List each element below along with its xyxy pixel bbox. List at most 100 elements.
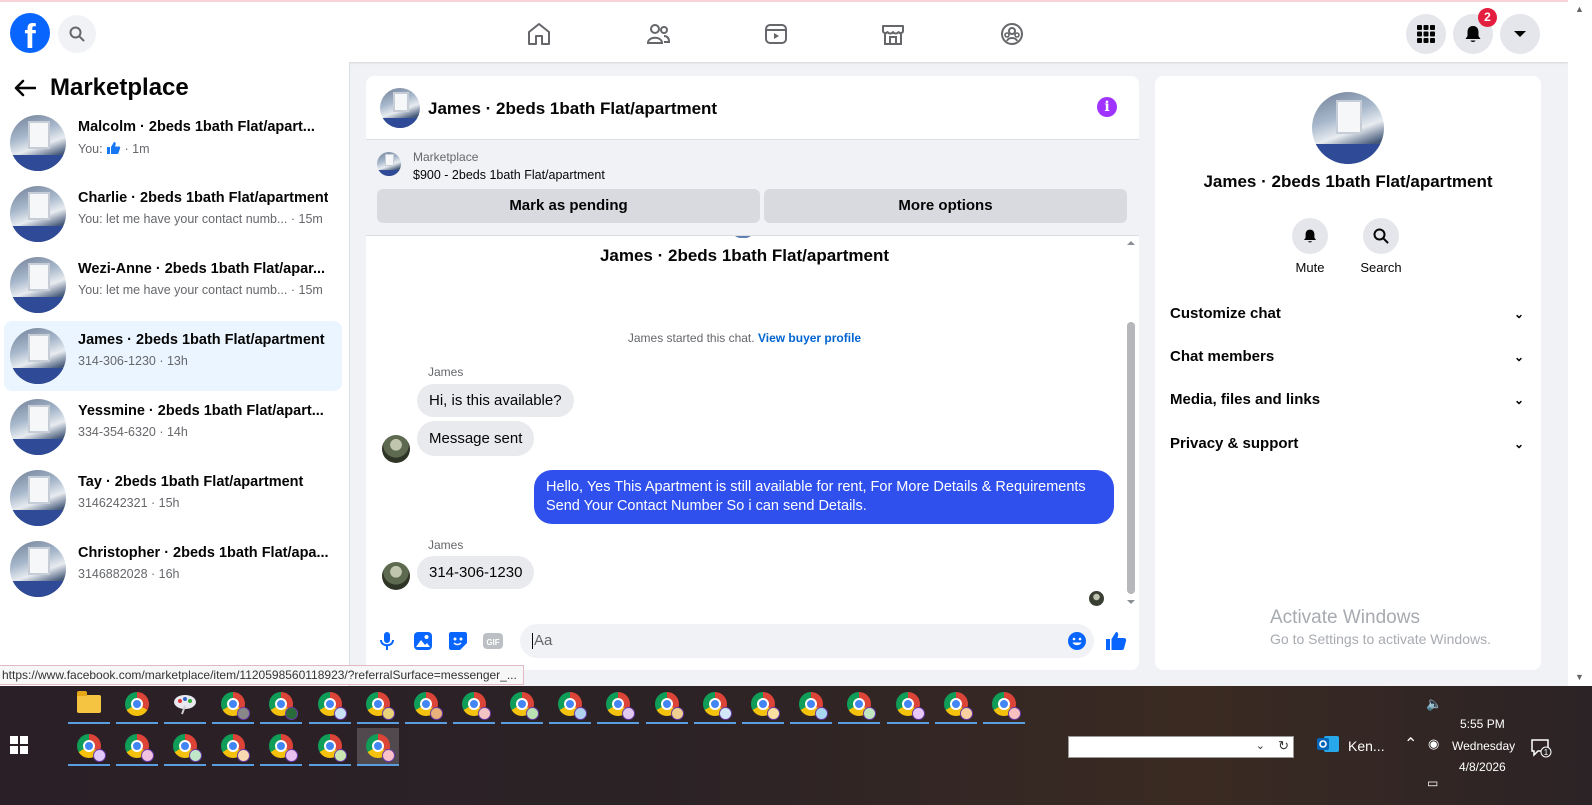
network-icon[interactable]: ▭ xyxy=(1427,776,1438,790)
app-taskbar-label[interactable]: Ken... xyxy=(1348,738,1385,754)
chrome-profile-taskbar-button[interactable] xyxy=(260,686,302,724)
chrome-profile-taskbar-button[interactable] xyxy=(453,686,495,724)
chrome-profile-taskbar-button[interactable] xyxy=(68,728,110,766)
account-menu-button[interactable] xyxy=(1500,14,1540,54)
view-buyer-profile-link[interactable]: View buyer profile xyxy=(758,331,861,345)
webcam-icon[interactable]: ◉ xyxy=(1428,736,1439,752)
incoming-message[interactable]: Message sent xyxy=(417,421,535,456)
outgoing-message[interactable]: Hello, Yes This Apartment is still avail… xyxy=(534,470,1114,524)
windows-start-icon[interactable] xyxy=(10,736,28,754)
chrome-profile-taskbar-button[interactable] xyxy=(838,686,880,724)
listing-price-title[interactable]: $900 - 2beds 1bath Flat/apartment xyxy=(413,168,605,182)
chrome-profile-taskbar-button[interactable] xyxy=(116,728,158,766)
chrome-profile-taskbar-button[interactable] xyxy=(597,686,639,724)
emoji-icon[interactable] xyxy=(1066,630,1088,652)
chrome-profile-taskbar-button[interactable] xyxy=(983,686,1025,724)
file-explorer-taskbar-button[interactable] xyxy=(68,686,110,724)
paint-icon xyxy=(174,695,196,715)
chrome-profile-taskbar-button[interactable] xyxy=(260,728,302,766)
chrome-profile-taskbar-button[interactable] xyxy=(935,686,977,724)
bell-icon xyxy=(1304,229,1316,243)
chrome-profile-taskbar-button[interactable] xyxy=(887,686,929,724)
customize-chat-section[interactable]: Customize chat ⌄ xyxy=(1170,295,1526,333)
scroll-up-arrow-icon[interactable]: ▲ xyxy=(1575,4,1584,14)
chrome-profile-taskbar-button[interactable] xyxy=(790,686,832,724)
chrome-profile-taskbar-button[interactable] xyxy=(742,686,784,724)
privacy-support-section[interactable]: Privacy & support ⌄ xyxy=(1170,425,1526,463)
listing-thumbnail[interactable] xyxy=(377,152,401,176)
home-nav-icon[interactable] xyxy=(525,20,553,48)
scroll-down-arrow-icon[interactable] xyxy=(1123,597,1139,607)
search-button[interactable] xyxy=(58,15,96,53)
facebook-logo-icon[interactable]: f xyxy=(10,13,50,53)
chrome-profile-taskbar-button[interactable] xyxy=(501,686,543,724)
conversation-item[interactable]: Malcolm · 2beds 1bath Flat/apart... You:… xyxy=(4,108,342,178)
chrome-icon xyxy=(462,692,491,720)
incoming-message[interactable]: Hi, is this available? xyxy=(417,384,574,417)
notification-center-icon[interactable]: 1 xyxy=(1530,738,1552,758)
menu-grid-button[interactable] xyxy=(1406,14,1446,54)
photo-icon[interactable] xyxy=(412,630,434,652)
conversation-item[interactable]: Christopher · 2beds 1bath Flat/apa... 31… xyxy=(4,534,342,604)
profile-name[interactable]: James · 2beds 1bath Flat/apartment xyxy=(1155,172,1541,192)
microphone-icon[interactable] xyxy=(376,630,398,652)
marketplace-listing-bar: Marketplace $900 - 2beds 1bath Flat/apar… xyxy=(366,140,1139,236)
refresh-icon[interactable]: ↻ xyxy=(1278,738,1289,754)
chat-avatar[interactable] xyxy=(380,88,420,128)
show-hidden-icons-icon[interactable]: ⌃ xyxy=(1404,734,1417,754)
mute-button[interactable]: Mute xyxy=(1280,218,1340,275)
chrome-profile-taskbar-button[interactable] xyxy=(549,686,591,724)
chrome-profile-taskbar-button[interactable] xyxy=(212,728,254,766)
thread-scrollbar[interactable] xyxy=(1123,236,1139,610)
more-options-button[interactable]: More options xyxy=(764,189,1127,223)
video-nav-icon[interactable] xyxy=(762,20,790,48)
profile-avatar[interactable] xyxy=(1312,92,1384,164)
app-taskbar-button[interactable] xyxy=(164,686,206,724)
message-input[interactable]: Aa xyxy=(520,624,1094,658)
page-scrollbar[interactable]: ▲ ▼ xyxy=(1568,0,1592,686)
outlook-icon[interactable] xyxy=(1316,734,1340,754)
mark-as-pending-button[interactable]: Mark as pending xyxy=(377,189,760,223)
conversation-item[interactable]: Tay · 2beds 1bath Flat/apartment 3146242… xyxy=(4,463,342,533)
search-in-chat-button[interactable]: Search xyxy=(1351,218,1411,275)
sender-avatar[interactable] xyxy=(382,435,410,463)
chrome-profile-taskbar-button-active[interactable] xyxy=(357,728,399,766)
conversation-item[interactable]: Charlie · 2beds 1bath Flat/apartment You… xyxy=(4,179,342,249)
clock-date[interactable]: 4/8/2026 xyxy=(1459,760,1506,774)
clock-time[interactable]: 5:55 PM xyxy=(1460,717,1505,731)
chrome-profile-taskbar-button[interactable] xyxy=(357,686,399,724)
conversation-item[interactable]: Yessmine · 2beds 1bath Flat/apart... 334… xyxy=(4,392,342,462)
marketplace-nav-icon[interactable] xyxy=(879,20,907,48)
chrome-profile-taskbar-button[interactable] xyxy=(694,686,736,724)
scroll-down-arrow-icon[interactable]: ▼ xyxy=(1575,672,1584,682)
conversation-sidebar: Marketplace Malcolm · 2beds 1bath Flat/a… xyxy=(0,62,350,686)
groups-nav-icon[interactable] xyxy=(998,20,1026,48)
incoming-message[interactable]: 314-306-1230 xyxy=(417,556,535,589)
scroll-thumb[interactable] xyxy=(1127,322,1135,594)
chrome-taskbar-button[interactable] xyxy=(116,686,158,724)
friends-nav-icon[interactable] xyxy=(644,20,672,48)
conversation-item[interactable]: Wezi-Anne · 2beds 1bath Flat/apar... You… xyxy=(4,250,342,320)
chrome-profile-taskbar-button[interactable] xyxy=(212,686,254,724)
chrome-profile-taskbar-button[interactable] xyxy=(309,728,351,766)
back-arrow-icon[interactable] xyxy=(14,79,36,97)
notifications-button[interactable]: 2 xyxy=(1453,8,1497,54)
info-icon[interactable]: i xyxy=(1097,97,1117,117)
address-toolbar-input[interactable]: ⌄ ↻ xyxy=(1068,736,1294,758)
sticker-icon[interactable] xyxy=(447,630,469,652)
dropdown-arrow-icon[interactable]: ⌄ xyxy=(1256,739,1265,752)
like-send-icon[interactable] xyxy=(1105,630,1127,652)
volume-icon[interactable]: 🔈 xyxy=(1426,696,1442,712)
sender-avatar[interactable] xyxy=(382,562,410,590)
conversation-item-active[interactable]: James · 2beds 1bath Flat/apartment 314-3… xyxy=(4,321,342,391)
chrome-profile-taskbar-button[interactable] xyxy=(405,686,447,724)
media-files-links-section[interactable]: Media, files and links ⌄ xyxy=(1170,381,1526,419)
scroll-up-arrow-icon[interactable] xyxy=(1123,238,1139,248)
chat-members-section[interactable]: Chat members ⌄ xyxy=(1170,338,1526,376)
gif-icon[interactable]: GIF xyxy=(482,630,504,652)
chrome-profile-taskbar-button[interactable] xyxy=(164,728,206,766)
chrome-profile-taskbar-button[interactable] xyxy=(646,686,688,724)
clock-day[interactable]: Wednesday xyxy=(1452,739,1515,753)
chat-title[interactable]: James · 2beds 1bath Flat/apartment xyxy=(428,99,717,119)
chrome-profile-taskbar-button[interactable] xyxy=(309,686,351,724)
